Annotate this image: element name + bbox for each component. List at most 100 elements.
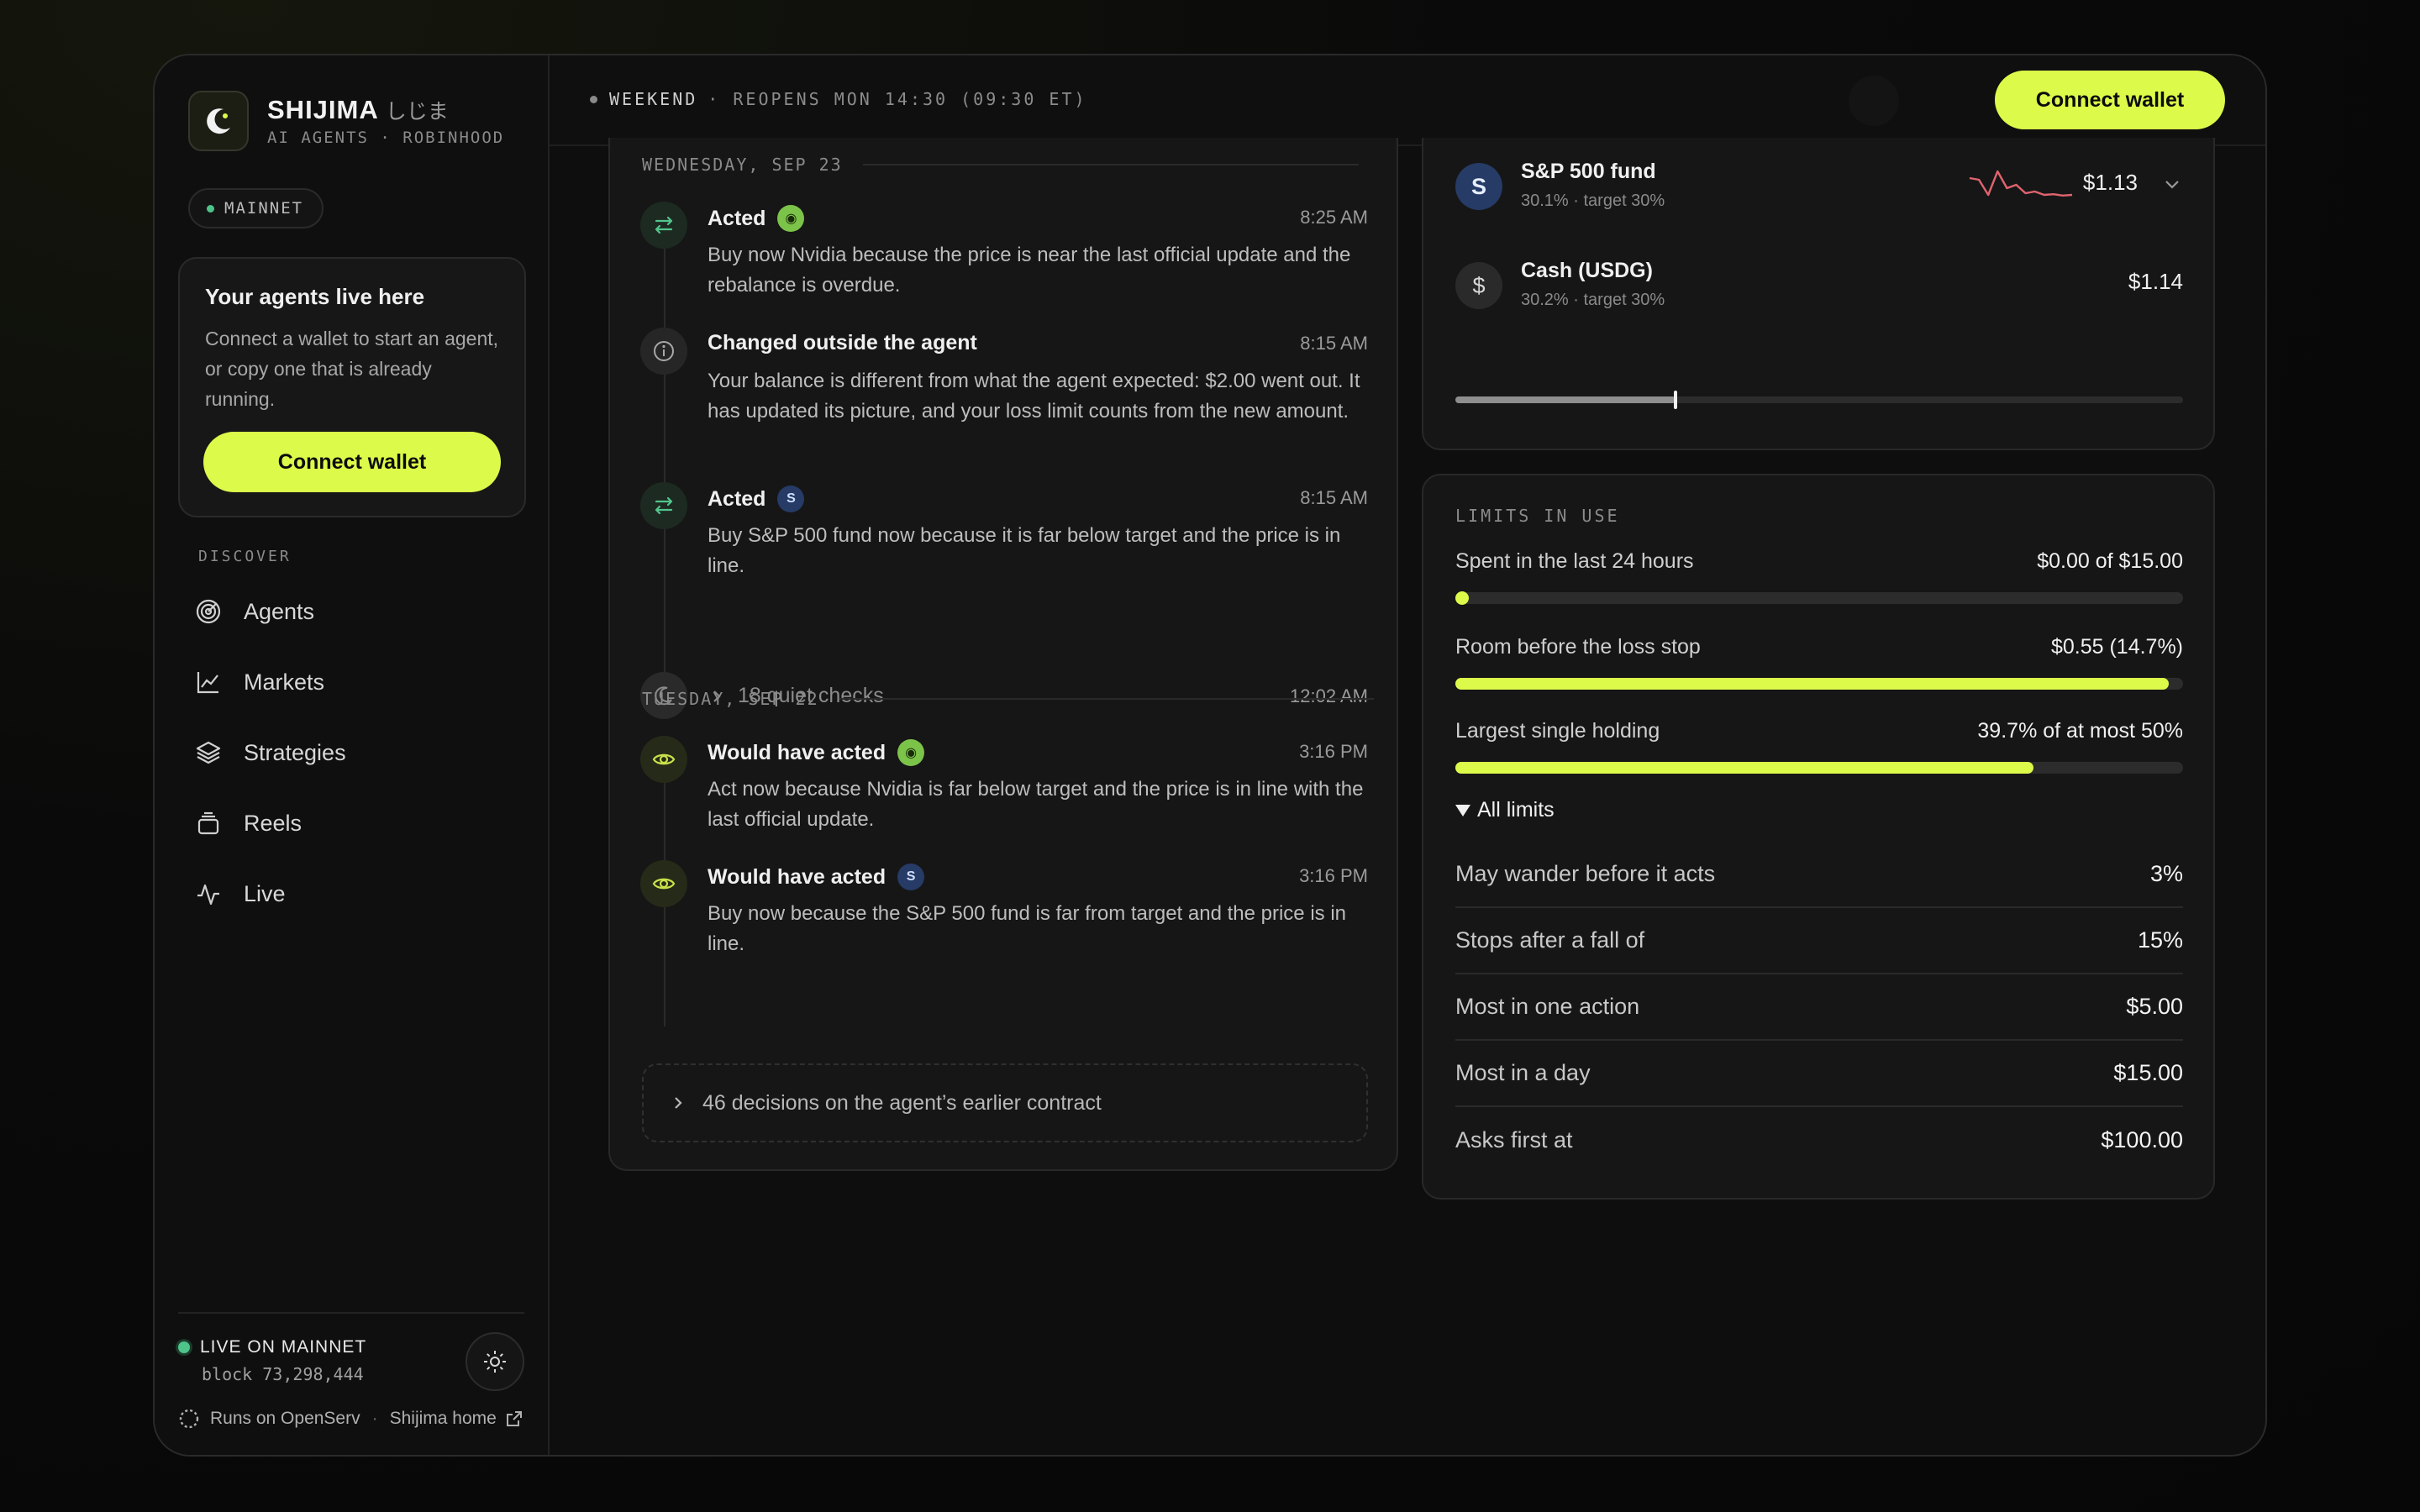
holding-name: S&P 500 fund: [1521, 160, 1656, 183]
limit-row: Most in a day $15.00: [1455, 1041, 2183, 1107]
earlier-contract-label: 46 decisions on the agent’s earlier cont…: [702, 1090, 1102, 1115]
timeline-event[interactable]: Changed outside the agent 8:15 AM Your b…: [640, 328, 1368, 479]
block-number: block 73,298,444: [202, 1364, 364, 1384]
brand[interactable]: SHIJIMA しじま AI AGENTS · ROBINHOOD: [188, 91, 504, 151]
limit-row: Stops after a fall of 15%: [1455, 908, 2183, 974]
holding-allocation: 30.1% · target 30%: [1521, 192, 1665, 210]
layers-icon: [196, 741, 221, 764]
moon-logo-icon: [188, 91, 249, 151]
all-limits-toggle[interactable]: All limits: [1455, 798, 1555, 822]
meter-label: Spent in the last 24 hours: [1455, 549, 1694, 573]
holding-sparkline: [1969, 170, 2073, 197]
nvidia-token-icon: ◉: [777, 205, 805, 232]
event-body: Buy S&P 500 fund now because it is far b…: [708, 524, 1341, 577]
event-time: 8:15 AM: [1300, 333, 1368, 354]
limit-label: May wander before it acts: [1455, 861, 1716, 886]
sidebar-item-label: Live: [244, 880, 286, 906]
live-status: LIVE ON MAINNET: [178, 1337, 366, 1357]
sidebar-footer: LIVE ON MAINNET block 73,298,444 Runs on…: [178, 1312, 524, 1429]
brand-jp: しじま: [385, 100, 449, 123]
sidebar-item-live[interactable]: Live: [195, 858, 523, 929]
sp500-token-icon: S: [897, 864, 925, 890]
event-time: 8:15 AM: [1300, 487, 1368, 508]
allocation-bar: [1455, 391, 2183, 409]
meter-value: $0.00 of $15.00: [2037, 549, 2183, 573]
sidebar-item-strategies[interactable]: Strategies: [195, 717, 523, 788]
sidebar-item-markets[interactable]: Markets: [195, 647, 523, 717]
brand-name: SHIJIMA: [267, 95, 379, 124]
holding-value: $1.14: [2128, 269, 2183, 294]
event-title: Acted: [708, 486, 766, 511]
sidebar-item-label: Reels: [244, 810, 302, 836]
limit-row: Most in one action $5.00: [1455, 974, 2183, 1041]
meter-label: Largest single holding: [1455, 719, 1660, 743]
sidebar-connect-wallet-button[interactable]: Connect wallet: [203, 432, 501, 492]
holding-value: $1.13: [2082, 170, 2138, 195]
pulse-icon: [197, 884, 219, 906]
event-time: 3:16 PM: [1299, 865, 1368, 886]
external-link-icon[interactable]: [505, 1410, 523, 1428]
limit-row: May wander before it acts 3%: [1455, 842, 2183, 908]
event-body: Buy now because the S&P 500 fund is far …: [708, 902, 1346, 955]
chevron-down-icon[interactable]: [2161, 173, 2183, 195]
timeline-event[interactable]: Would have acted ◉ 3:16 PM Act now becau…: [640, 736, 1368, 853]
sidebar-item-label: Agents: [244, 598, 315, 624]
limits-heading: LIMITS IN USE: [1455, 506, 1620, 526]
radar-icon: [196, 599, 221, 624]
connect-wallet-button[interactable]: Connect wallet: [1995, 71, 2225, 129]
holding-allocation: 30.2% · target 30%: [1521, 291, 1665, 309]
holding-name: Cash (USDG): [1521, 259, 1653, 282]
nav-heading: DISCOVER: [198, 548, 292, 565]
sidebar-item-label: Markets: [244, 669, 325, 695]
event-body: Your balance is different from what the …: [708, 370, 1360, 423]
sidebar-item-reels[interactable]: Reels: [195, 788, 523, 858]
eye-icon: [640, 860, 687, 907]
earlier-contract-toggle[interactable]: 46 decisions on the agent’s earlier cont…: [642, 1063, 1368, 1142]
nvidia-token-icon: ◉: [897, 739, 925, 766]
network-badge[interactable]: MAINNET: [188, 188, 324, 228]
allocation-fill: [1455, 396, 1676, 403]
holding-row[interactable]: S S&P 500 fund 30.1% · target 30% $1.13: [1455, 151, 2183, 218]
timeline-event[interactable]: Acted S 8:15 AM Buy S&P 500 fund now bec…: [640, 482, 1368, 600]
day-heading: WEDNESDAY, SEP 23: [642, 155, 1359, 175]
brand-subtitle: AI AGENTS · ROBINHOOD: [267, 129, 505, 147]
top-bar: WEEKEND · REOPENS MON 14:30 (09:30 ET) C…: [550, 55, 2265, 146]
theme-toggle-button[interactable]: [466, 1332, 524, 1391]
sidebar-item-agents[interactable]: Agents: [195, 576, 523, 647]
limit-meter: Largest single holding 39.7% of at most …: [1455, 719, 2183, 774]
ghost-avatar: [1849, 76, 1899, 126]
network-dot-icon: [207, 204, 214, 213]
limits-panel: LIMITS IN USE Spent in the last 24 hours…: [1422, 474, 2215, 1200]
agents-card-body: Connect a wallet to start an agent, or c…: [205, 328, 499, 410]
runs-on-link[interactable]: Runs on OpenServ: [210, 1409, 360, 1429]
sidebar: SHIJIMA しじま AI AGENTS · ROBINHOOD MAINNET…: [155, 55, 550, 1455]
event-title: Would have acted: [708, 864, 886, 889]
agents-card-title: Your agents live here: [205, 284, 425, 309]
holding-row[interactable]: $ Cash (USDG) 30.2% · target 30% $1.14: [1455, 250, 2183, 318]
sparkline-series: [1969, 170, 2073, 197]
event-title: Acted: [708, 206, 766, 230]
event-title: Changed outside the agent: [708, 331, 977, 354]
holdings-panel: S S&P 500 fund 30.1% · target 30% $1.13 …: [1422, 138, 2215, 450]
home-link[interactable]: Shijima home: [390, 1409, 497, 1429]
event-body: Buy now Nvidia because the price is near…: [708, 244, 1351, 297]
timeline-event[interactable]: Would have acted S 3:16 PM Buy now becau…: [640, 860, 1368, 978]
day-heading: TUESDAY, SEP 22: [642, 689, 1374, 709]
limit-value: 15%: [2137, 927, 2183, 953]
sp500-token-icon: S: [1455, 163, 1502, 210]
info-icon: [640, 328, 687, 375]
openserv-spinner-icon: [179, 1409, 199, 1429]
market-status: WEEKEND · REOPENS MON 14:30 (09:30 ET): [590, 89, 1087, 109]
limit-value: $15.00: [2113, 1060, 2183, 1085]
event-time: 8:25 AM: [1300, 207, 1368, 228]
limit-value: $100.00: [2101, 1127, 2183, 1152]
chevron-right-icon: [675, 1097, 682, 1109]
agents-card: Your agents live here Connect a wallet t…: [178, 257, 526, 517]
live-label: LIVE ON MAINNET: [200, 1337, 367, 1357]
limits-list: May wander before it acts 3% Stops after …: [1455, 842, 2183, 1173]
limit-label: Stops after a fall of: [1455, 927, 1645, 953]
timeline-event[interactable]: Acted ◉ 8:25 AM Buy now Nvidia because t…: [640, 202, 1368, 319]
limit-row: Asks first at $100.00: [1455, 1107, 2183, 1173]
limit-label: Asks first at: [1455, 1127, 1573, 1152]
day-label: WEDNESDAY, SEP 23: [642, 155, 843, 175]
